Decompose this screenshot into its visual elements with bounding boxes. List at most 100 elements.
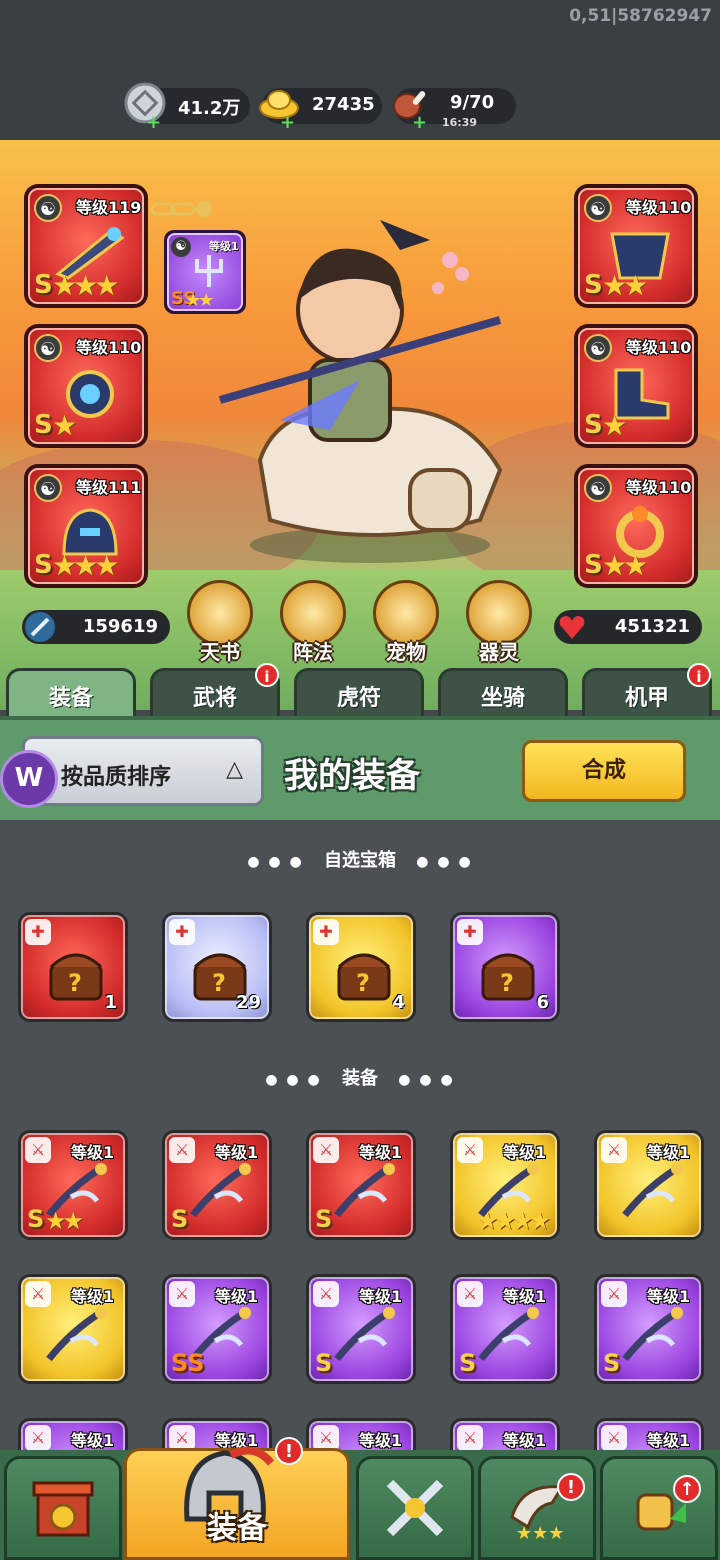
item-grade: S [171, 1205, 189, 1233]
nav-shop-button[interactable] [4, 1456, 122, 1560]
tab-mount[interactable]: 坐骑 [438, 668, 568, 716]
tab-mecha[interactable]: 机甲 i [582, 663, 712, 716]
stamina-resource[interactable]: + 9/70 16:39 [393, 88, 516, 133]
nav-battle-button[interactable] [356, 1456, 474, 1560]
sort-dropdown[interactable]: 按品质排序 △ [22, 736, 264, 806]
chest-section-title: ● ● ● 自选宝箱 ● ● ● [0, 846, 720, 872]
slot-grade: S [584, 410, 603, 440]
slot-stars: ★ [52, 409, 77, 442]
hp-value: 451321 [614, 616, 690, 637]
slot-stars: ★★★ [52, 269, 119, 302]
item-grade: S [315, 1349, 333, 1377]
decor-dots: ● ● ● [398, 1072, 455, 1088]
tab-generals[interactable]: 武将 i [150, 663, 280, 716]
nav-equipment-button[interactable]: ! 装备 [124, 1437, 350, 1560]
page-title: 我的装备 [284, 756, 420, 796]
weapon-icon [334, 1307, 395, 1362]
w-logo-icon[interactable]: W [0, 750, 58, 808]
slot-level: 等级110 [626, 478, 692, 497]
item-count: 1 [104, 992, 117, 1013]
yinyang-icon: ☯ [584, 334, 612, 362]
hero-scene: ☯ 等级119 S ★★★ ☯ 等级110 S ★ ☯ 等级111 S ★★★ … [0, 140, 720, 710]
triangle-up-icon: △ [226, 757, 243, 782]
sword-icon [25, 612, 55, 642]
section-label: 自选宝箱 [324, 850, 396, 871]
item-grade: S [27, 1205, 45, 1233]
svg-text:?: ? [212, 969, 226, 997]
equipment-card[interactable]: ⚔ 等级1 S ★★ [18, 1130, 128, 1240]
equipment-card[interactable]: ⚔ 等级1 [18, 1274, 128, 1384]
gold-add-icon[interactable]: + [280, 112, 295, 133]
slot-level: 等级110 [76, 338, 142, 357]
crossed-swords-icon [386, 1479, 444, 1537]
tab-tally[interactable]: 虎符 [294, 668, 424, 716]
silver-add-icon[interactable]: + [146, 112, 161, 133]
nav-upgrade-button[interactable]: ↑ [600, 1456, 718, 1560]
equip-slot-left-3[interactable]: ☯ 等级111 S ★★★ [24, 464, 148, 588]
equip-slot-right-2[interactable]: ☯ 等级110 S ★ [574, 324, 698, 448]
heart-icon [559, 616, 585, 639]
feature-qiling-button[interactable]: 器灵 [463, 580, 535, 664]
yinyang-icon: ☯ [584, 194, 612, 222]
chest-item[interactable]: ✚? 6 [450, 912, 560, 1022]
item-grade: S [459, 1349, 477, 1377]
gold-resource[interactable]: + 27435 [259, 88, 382, 133]
nav-label: 装备 [207, 1511, 267, 1546]
feature-tianshu-button[interactable]: 天书 [184, 580, 256, 664]
weapon-icon [622, 1307, 683, 1362]
top-bar: 0,51|58762947 + 41.2万 + 27435 + 9/70 16:… [0, 0, 720, 140]
equipment-card[interactable]: ⚔ 等级1 SS [162, 1274, 272, 1384]
alert-badge-icon: ! [557, 1473, 585, 1501]
weapon-icon [334, 1163, 395, 1218]
feature-label: 阵法 [293, 640, 333, 664]
feature-pet-button[interactable]: 宠物 [370, 580, 442, 664]
feature-label: 宠物 [386, 640, 426, 664]
section-label: 装备 [342, 1068, 378, 1089]
tab-label: 虎符 [336, 686, 381, 711]
hp-stat: 451321 [554, 610, 702, 644]
equipment-card[interactable]: ⚔ 等级1 S [306, 1274, 416, 1384]
equip-slot-right-3[interactable]: ☯ 等级110 S ★★ [574, 464, 698, 588]
equipment-card[interactable]: ⚔ 等级1 ★★★★ [450, 1130, 560, 1240]
item-stars: ★★ [45, 1207, 84, 1235]
equip-slot-left-2[interactable]: ☯ 等级110 S ★ [24, 324, 148, 448]
feature-label: 器灵 [479, 640, 519, 664]
equipment-card[interactable]: ⚔ 等级1 S [306, 1130, 416, 1240]
chest-icon: ? [481, 953, 535, 1001]
equipment-card[interactable]: ⚔ 等级1 S [450, 1274, 560, 1384]
slot-grade: S [584, 270, 603, 300]
build-id-text: 0,51|58762947 [569, 6, 712, 26]
sort-label: 按品质排序 [61, 765, 172, 790]
stamina-add-icon[interactable]: + [412, 112, 427, 133]
slot-stars: ★ [602, 409, 627, 442]
svg-text:?: ? [356, 969, 370, 997]
feature-zhenfa-button[interactable]: 阵法 [277, 580, 349, 664]
decor-dots: ● ● ● [265, 1072, 322, 1088]
nav-summon-button[interactable]: ★★★ ! [478, 1456, 596, 1560]
slot-level: 等级111 [76, 478, 142, 497]
equip-slot-left-1[interactable]: ☯ 等级119 S ★★★ [24, 184, 148, 308]
equip-slot-right-1[interactable]: ☯ 等级110 S ★★ [574, 184, 698, 308]
equipment-card[interactable]: ⚔ 等级1 [594, 1130, 704, 1240]
slot-grade: S [34, 270, 53, 300]
equipment-card[interactable]: ⚔ 等级1 S [594, 1274, 704, 1384]
chest-item[interactable]: ✚? 1 [18, 912, 128, 1022]
tab-label: 装备 [48, 686, 93, 711]
yinyang-icon: ☯ [584, 474, 612, 502]
item-count: 6 [536, 992, 549, 1013]
tab-label: 机甲 [624, 686, 669, 711]
tab-label: 坐骑 [480, 686, 525, 711]
chest-item[interactable]: ✚? 4 [306, 912, 416, 1022]
tab-label: 武将 [192, 686, 237, 711]
svg-text:?: ? [500, 969, 514, 997]
slot-stars: ★★ [602, 549, 648, 582]
alert-badge-icon: ! [275, 1437, 303, 1465]
yinyang-icon: ☯ [34, 194, 62, 222]
equipment-card[interactable]: ⚔ 等级1 S [162, 1130, 272, 1240]
silver-resource[interactable]: + 41.2万 [124, 82, 250, 133]
tab-equipment[interactable]: 装备 [6, 668, 136, 716]
synthesize-button[interactable]: 合成 [522, 740, 686, 802]
stamina-timer: 16:39 [442, 116, 478, 129]
equip-section-title: ● ● ● 装备 ● ● ● [0, 1064, 720, 1090]
chest-item[interactable]: ✚? 29 [162, 912, 272, 1022]
